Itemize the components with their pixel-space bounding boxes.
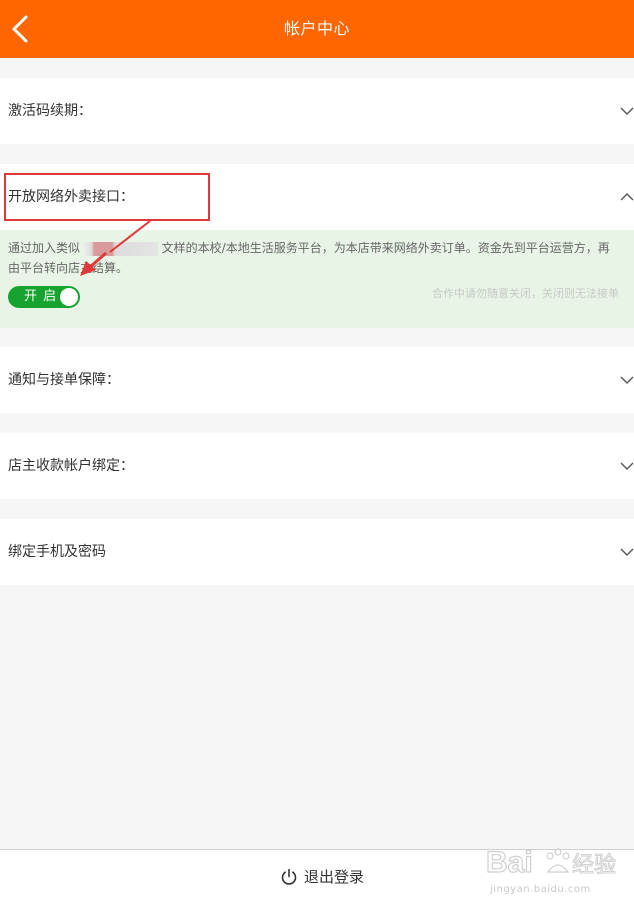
account-row[interactable]: 店主收款帐户绑定：: [0, 433, 634, 499]
phone-label: 绑定手机及密码: [8, 544, 106, 560]
section-notify: 通知与接单保障：: [0, 347, 634, 413]
activation-label: 激活码续期：: [8, 103, 92, 119]
page-title: 帐户中心: [283, 19, 350, 38]
notify-row[interactable]: 通知与接单保障：: [0, 347, 634, 413]
desc-part1: 通过加入类似: [8, 241, 81, 255]
chevron-down-icon: [620, 107, 634, 115]
toggle-knob: [60, 288, 78, 306]
annotation-highlight-box: [4, 173, 210, 221]
section-phone: 绑定手机及密码: [0, 519, 634, 585]
chevron-down-icon: [620, 462, 634, 470]
takeout-panel: 通过加入类似 文样的本校/本地生活服务平台，为本店带来网络外卖订单。资金先到平台…: [0, 230, 634, 328]
notify-label: 通知与接单保障：: [8, 372, 120, 388]
svg-text:Bai: Bai: [486, 846, 533, 879]
logout-button[interactable]: 退出登录: [280, 850, 364, 905]
section-activation: 激活码续期：: [0, 78, 634, 144]
takeout-hint: 合作中请勿随意关闭，关闭则无法接单: [432, 287, 619, 300]
logout-label: 退出登录: [304, 868, 365, 886]
chevron-down-icon: [620, 376, 634, 384]
phone-row[interactable]: 绑定手机及密码: [0, 519, 634, 585]
power-icon: [281, 868, 297, 885]
takeout-toggle[interactable]: 开 启: [8, 286, 80, 308]
chevron-down-icon: [620, 548, 634, 556]
toggle-label: 开 启: [24, 289, 58, 304]
chevron-up-icon: [620, 193, 634, 201]
blurred-platform-name: [83, 241, 158, 256]
takeout-description: 通过加入类似 文样的本校/本地生活服务平台，为本店带来网络外卖订单。资金先到平台…: [8, 238, 620, 278]
account-label: 店主收款帐户绑定：: [8, 458, 134, 474]
section-account: 店主收款帐户绑定：: [0, 433, 634, 499]
svg-text:经验: 经验: [572, 853, 616, 878]
activation-row[interactable]: 激活码续期：: [0, 78, 634, 144]
baidu-watermark: Bai 经验 jingyan.baidu.com: [484, 838, 634, 904]
baidu-logo: Bai 经验: [485, 845, 616, 879]
app-header: 帐户中心: [0, 0, 634, 58]
watermark-url: jingyan.baidu.com: [490, 884, 591, 895]
